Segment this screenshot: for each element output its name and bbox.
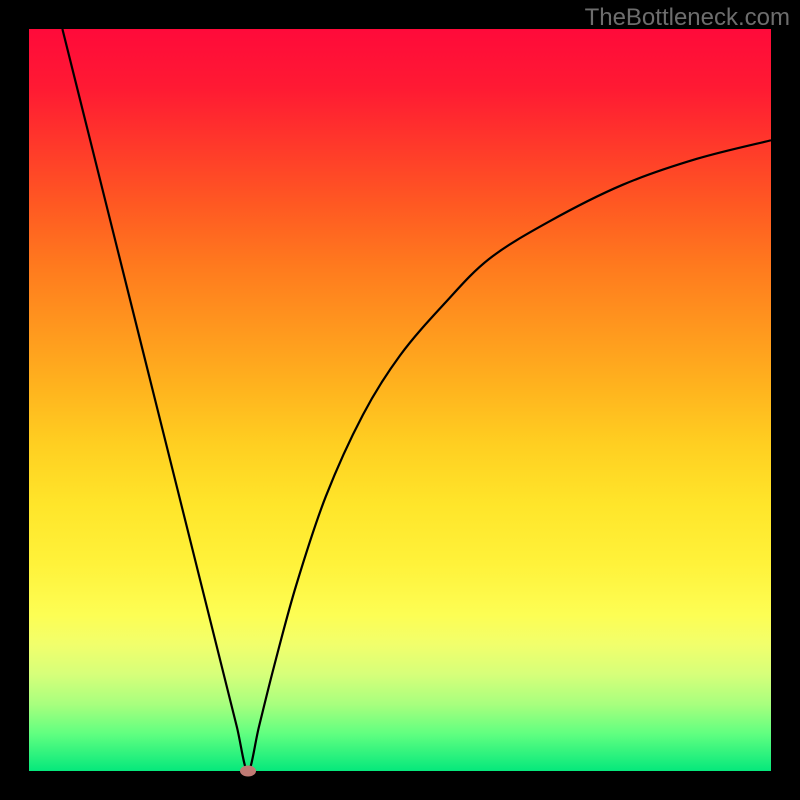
- bottleneck-curve: [29, 29, 771, 771]
- watermark-text: TheBottleneck.com: [585, 4, 790, 32]
- minimum-marker: [240, 766, 256, 777]
- plot-area: [29, 29, 771, 771]
- chart-frame: TheBottleneck.com: [0, 0, 800, 800]
